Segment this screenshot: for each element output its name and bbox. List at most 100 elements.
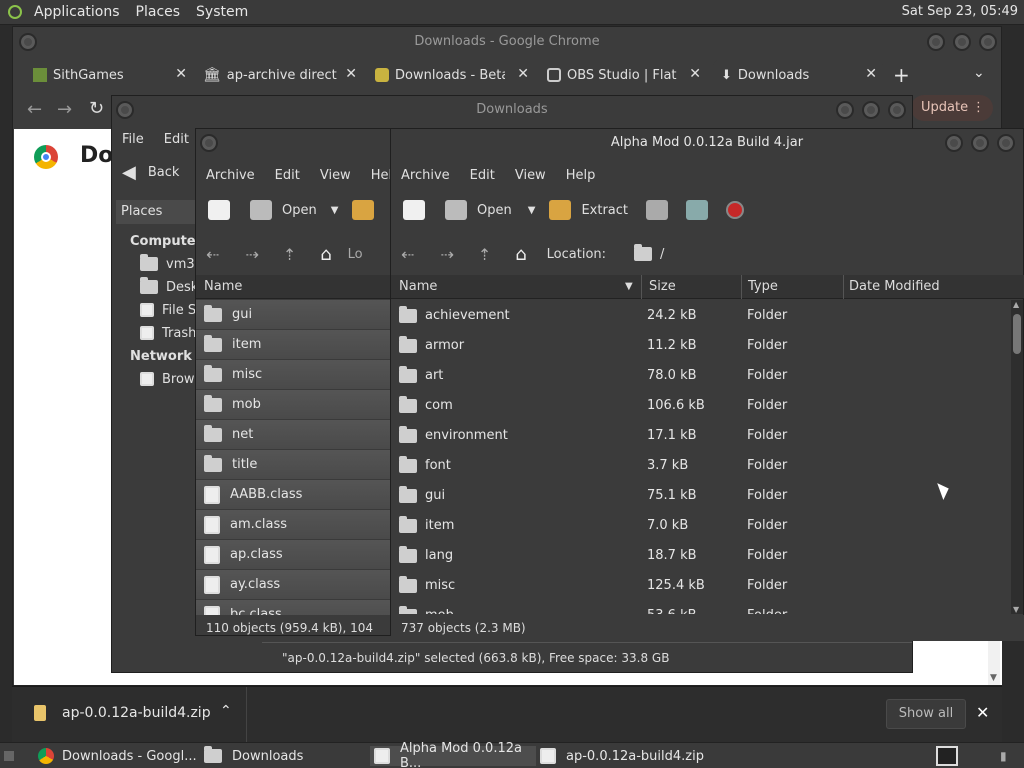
- back-button[interactable]: ◀ Back: [122, 162, 179, 183]
- list-item[interactable]: mob: [196, 390, 394, 420]
- sort-desc-icon[interactable]: ▼: [625, 275, 633, 299]
- list-item[interactable]: am.class: [196, 510, 394, 540]
- back-icon[interactable]: ⇠: [206, 245, 219, 264]
- list-item[interactable]: item: [196, 330, 394, 360]
- extract-button[interactable]: Extract: [581, 203, 628, 218]
- list-item[interactable]: misc: [196, 360, 394, 390]
- tab-ap-archive[interactable]: 🏛 ap-archive director✕: [203, 59, 363, 91]
- table-row[interactable]: environment 17.1 kB Folder: [391, 420, 1011, 450]
- close-tab-icon[interactable]: ✕: [865, 66, 877, 82]
- applications-menu[interactable]: Applications: [26, 4, 128, 20]
- close-tab-icon[interactable]: ✕: [345, 66, 357, 82]
- open-dropdown-icon[interactable]: ▼: [528, 205, 536, 216]
- up-icon[interactable]: ⇡: [283, 245, 296, 264]
- archive2-scrollbar[interactable]: ▲ ▼: [1011, 300, 1023, 614]
- window-menu-button[interactable]: [200, 134, 218, 152]
- menu-edit[interactable]: Edit: [154, 132, 199, 147]
- table-row[interactable]: armor 11.2 kB Folder: [391, 330, 1011, 360]
- open-button[interactable]: Open: [477, 203, 512, 218]
- clock[interactable]: Sat Sep 23, 05:49: [902, 4, 1018, 19]
- location-path[interactable]: /: [660, 247, 664, 262]
- menu-help[interactable]: Help: [556, 168, 606, 183]
- sidebar-item-vm3[interactable]: vm3: [140, 254, 195, 272]
- tab-sithgames[interactable]: SithGames ✕: [33, 59, 193, 91]
- menu-edit[interactable]: Edit: [460, 168, 505, 183]
- maximize-button[interactable]: [953, 33, 971, 51]
- menu-archive[interactable]: Archive: [196, 168, 265, 183]
- col-size[interactable]: Size: [649, 275, 676, 299]
- back-icon[interactable]: ⇠: [401, 245, 414, 264]
- close-tab-icon[interactable]: ✕: [689, 66, 701, 82]
- sidebar-item-desktop[interactable]: Deskt: [140, 277, 203, 295]
- list-item[interactable]: title: [196, 450, 394, 480]
- download-options-icon[interactable]: ⌃: [220, 703, 232, 719]
- places-menu[interactable]: Places: [128, 4, 189, 20]
- col-name[interactable]: Name: [399, 275, 437, 299]
- sidebar-item-browse[interactable]: Brows: [140, 372, 201, 387]
- forward-icon[interactable]: →: [57, 99, 72, 120]
- new-archive-icon[interactable]: [208, 200, 230, 220]
- workspace-switcher-icon[interactable]: [936, 746, 958, 766]
- list-item[interactable]: ap.class: [196, 540, 394, 570]
- show-desktop-icon[interactable]: [4, 751, 14, 761]
- menu-edit[interactable]: Edit: [265, 168, 310, 183]
- table-row[interactable]: achievement 24.2 kB Folder: [391, 300, 1011, 330]
- open-icon[interactable]: [445, 200, 467, 220]
- tab-downloads[interactable]: ⬇ Downloads ✕: [713, 59, 883, 91]
- open-icon[interactable]: [250, 200, 272, 220]
- task-downloads[interactable]: Downloads: [204, 746, 366, 766]
- tab-downloads-beta[interactable]: Downloads - Beta ✕: [375, 59, 535, 91]
- minimize-button[interactable]: [927, 33, 945, 51]
- home-icon[interactable]: ⌂: [515, 244, 526, 265]
- col-name[interactable]: Name: [196, 275, 394, 299]
- menu-view[interactable]: View: [310, 168, 361, 183]
- places-dropdown[interactable]: Places: [116, 200, 200, 224]
- list-item[interactable]: net: [196, 420, 394, 450]
- list-item[interactable]: gui: [196, 300, 394, 330]
- open-dropdown-icon[interactable]: ▼: [331, 205, 339, 216]
- back-icon[interactable]: ←: [27, 99, 42, 120]
- window-menu-button[interactable]: [19, 33, 37, 51]
- add-files-icon[interactable]: [646, 200, 668, 220]
- download-item-name[interactable]: ap-0.0.12a-build4.zip: [62, 705, 211, 721]
- table-row[interactable]: art 78.0 kB Folder: [391, 360, 1011, 390]
- menu-view[interactable]: View: [505, 168, 556, 183]
- close-download-bar-icon[interactable]: ✕: [976, 703, 989, 722]
- maximize-button[interactable]: [971, 134, 989, 152]
- scroll-thumb[interactable]: [1013, 314, 1021, 354]
- new-tab-icon[interactable]: +: [893, 63, 910, 87]
- task-alpha-mod[interactable]: Alpha Mod 0.0.12a B...: [370, 741, 536, 768]
- forward-icon[interactable]: ⇢: [440, 245, 453, 264]
- minimize-button[interactable]: [836, 101, 854, 119]
- sidebar-item-trash[interactable]: Trash: [140, 326, 196, 341]
- home-icon[interactable]: ⌂: [320, 244, 331, 265]
- sidebar-item-filesystem[interactable]: File S: [140, 303, 196, 318]
- system-menu[interactable]: System: [188, 4, 256, 20]
- task-ap-zip[interactable]: ap-0.0.12a-build4.zip: [540, 746, 710, 766]
- forward-icon[interactable]: ⇢: [245, 245, 258, 264]
- show-all-button[interactable]: Show all: [886, 699, 966, 729]
- tab-obs-studio[interactable]: OBS Studio | Flathu✕: [547, 59, 707, 91]
- table-row[interactable]: misc 125.4 kB Folder: [391, 570, 1011, 600]
- trash-applet-icon[interactable]: ▮: [1000, 749, 1007, 763]
- menu-file[interactable]: File: [112, 132, 154, 147]
- list-item[interactable]: AABB.class: [196, 480, 394, 510]
- add-folder-icon[interactable]: [686, 200, 708, 220]
- reload-icon[interactable]: ↻: [89, 98, 104, 119]
- open-button[interactable]: Open: [282, 203, 317, 218]
- window-menu-button[interactable]: [116, 101, 134, 119]
- close-button[interactable]: [997, 134, 1015, 152]
- list-item[interactable]: ay.class: [196, 570, 394, 600]
- maximize-button[interactable]: [862, 101, 880, 119]
- menu-archive[interactable]: Archive: [391, 168, 460, 183]
- gnome-icon[interactable]: [8, 5, 22, 19]
- up-icon[interactable]: ⇡: [478, 245, 491, 264]
- extract-icon[interactable]: [549, 200, 572, 220]
- table-row[interactable]: lang 18.7 kB Folder: [391, 540, 1011, 570]
- task-chrome[interactable]: Downloads - Googl...: [38, 746, 200, 766]
- table-row[interactable]: font 3.7 kB Folder: [391, 450, 1011, 480]
- close-button[interactable]: [979, 33, 997, 51]
- table-row[interactable]: item 7.0 kB Folder: [391, 510, 1011, 540]
- minimize-button[interactable]: [945, 134, 963, 152]
- new-archive-icon[interactable]: [403, 200, 425, 220]
